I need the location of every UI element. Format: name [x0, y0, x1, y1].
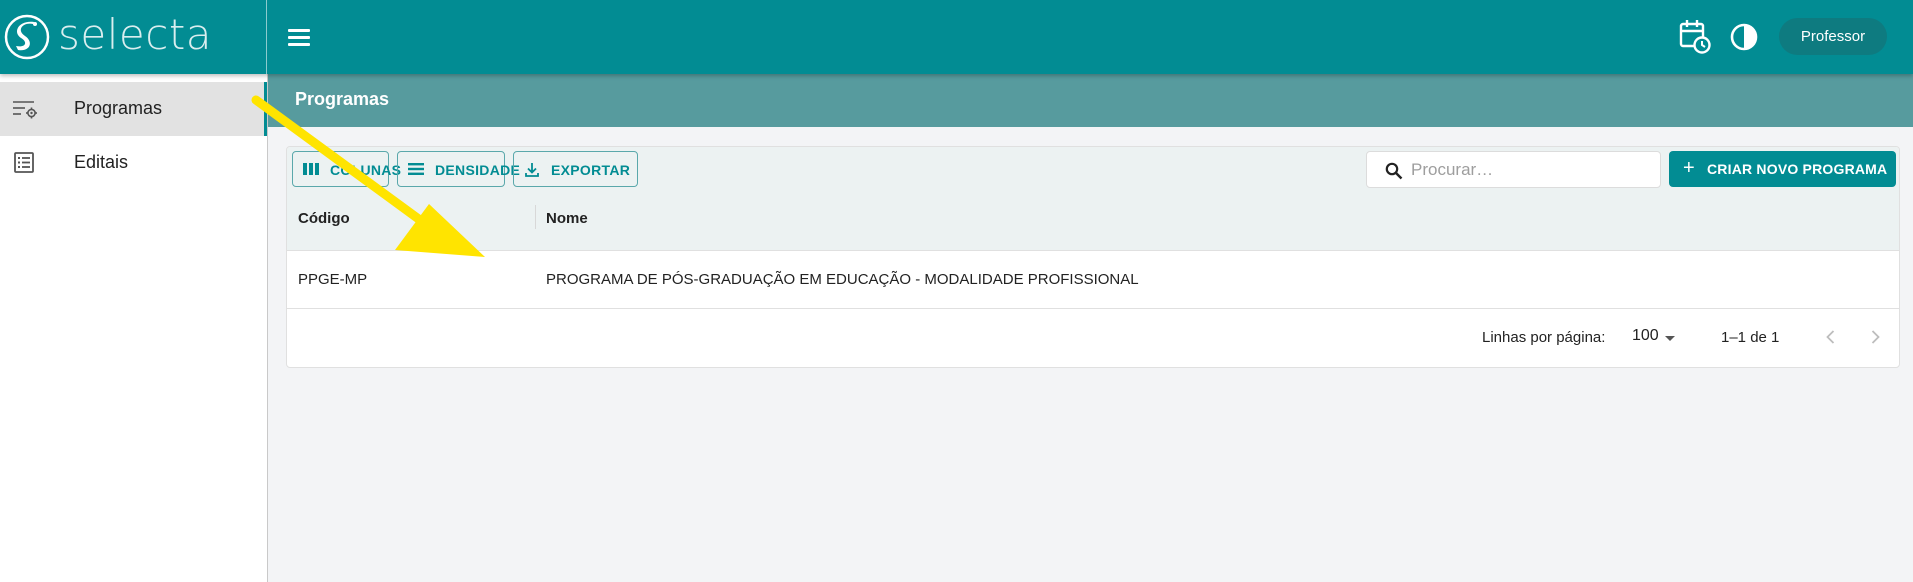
- rows-per-page-select[interactable]: 100: [1632, 327, 1659, 345]
- brand-name: selecta: [58, 10, 213, 59]
- previous-page-icon[interactable]: [1819, 325, 1843, 349]
- download-icon: [525, 163, 539, 177]
- column-separator[interactable]: [535, 205, 536, 229]
- sidebar: Programas Editais: [0, 74, 268, 582]
- contrast-toggle-button[interactable]: [1728, 21, 1760, 53]
- calendar-clock-icon: [1679, 20, 1711, 54]
- table-row[interactable]: PPGE-MP PROGRAMA DE PÓS-GRADUAÇÃO EM EDU…: [287, 251, 1899, 309]
- pagination-footer: Linhas por página: 100 1–1 de 1: [287, 309, 1899, 367]
- programs-data-grid: COLUNAS DENSIDADE EXPORTAR +: [286, 146, 1900, 368]
- columns-button-label: COLUNAS: [330, 162, 402, 178]
- rows-per-page-label: Linhas por página:: [1482, 329, 1606, 346]
- calendar-schedule-button[interactable]: [1679, 19, 1711, 55]
- page-header: Programas: [268, 74, 1913, 127]
- user-profile-button[interactable]: Professor: [1779, 18, 1887, 55]
- page-title: Programas: [295, 89, 390, 109]
- search-icon: [1385, 162, 1403, 180]
- app-bar: selecta Professor: [0, 0, 1913, 74]
- cell-codigo: PPGE-MP: [298, 271, 368, 288]
- view-column-icon: [303, 163, 319, 175]
- sidebar-item-label: Programas: [74, 98, 163, 118]
- plus-icon: +: [1683, 157, 1695, 179]
- columns-button[interactable]: COLUNAS: [292, 151, 401, 187]
- list-settings-icon: [13, 101, 37, 119]
- contrast-icon: [1730, 23, 1758, 51]
- density-button[interactable]: DENSIDADE: [397, 151, 520, 187]
- column-header-codigo[interactable]: Código: [298, 210, 350, 227]
- density-button-label: DENSIDADE: [435, 162, 521, 178]
- grid-toolbar: COLUNAS DENSIDADE EXPORTAR +: [287, 147, 1899, 251]
- sidebar-item-programas[interactable]: Programas: [0, 82, 267, 136]
- column-header-nome[interactable]: Nome: [546, 210, 588, 227]
- dropdown-arrow-icon[interactable]: [1665, 336, 1675, 341]
- export-button-label: EXPORTAR: [551, 162, 631, 178]
- hamburger-menu-icon: [288, 29, 310, 32]
- search-box[interactable]: [1366, 151, 1661, 188]
- selecta-logo-icon: [4, 14, 50, 60]
- sidebar-item-editais[interactable]: Editais: [0, 136, 267, 190]
- menu-toggle-button[interactable]: [284, 22, 314, 52]
- list-alt-icon: [14, 152, 34, 173]
- pagination-range: 1–1 de 1: [1721, 329, 1780, 346]
- density-icon: [408, 163, 424, 175]
- search-input[interactable]: [1411, 159, 1651, 181]
- brand[interactable]: selecta: [0, 0, 267, 74]
- next-page-icon[interactable]: [1863, 325, 1887, 349]
- create-program-label: CRIAR NOVO PROGRAMA: [1707, 161, 1888, 177]
- cell-nome: PROGRAMA DE PÓS-GRADUAÇÃO EM EDUCAÇÃO - …: [546, 271, 1139, 288]
- create-program-button[interactable]: + CRIAR NOVO PROGRAMA: [1669, 151, 1896, 187]
- export-button[interactable]: EXPORTAR: [513, 151, 638, 187]
- sidebar-item-label: Editais: [74, 152, 129, 172]
